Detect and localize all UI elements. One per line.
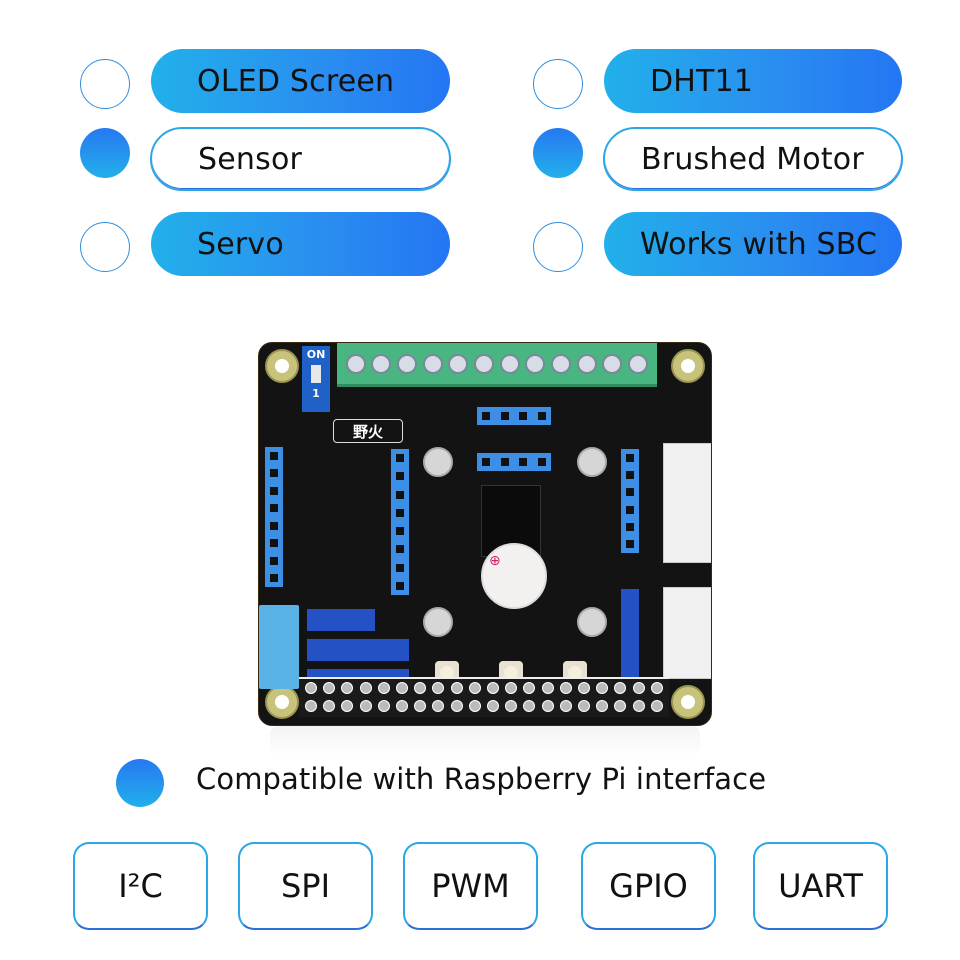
- feature-label: Brushed Motor: [641, 141, 864, 177]
- screw-icon: [551, 353, 572, 374]
- mount-hole: [671, 349, 705, 383]
- radio-brushed-motor[interactable]: [533, 128, 583, 178]
- feature-pill-works-with-sbc[interactable]: Works with SBC: [604, 212, 902, 276]
- feature-pill-sensor[interactable]: Sensor: [150, 127, 451, 191]
- feature-label: Servo: [197, 226, 284, 262]
- screw-icon: [371, 353, 392, 374]
- brand-logo: 野火: [333, 419, 403, 443]
- standoff: [423, 607, 453, 637]
- standoff: [423, 447, 453, 477]
- screw-icon: [345, 353, 366, 374]
- screw-terminal-block: [337, 343, 657, 387]
- interface-label: GPIO: [609, 867, 688, 905]
- dht11-sensor: [259, 605, 299, 689]
- screw-icon: [397, 353, 418, 374]
- mount-hole: [671, 685, 705, 719]
- board-reflection: [270, 726, 700, 756]
- interface-chip-uart[interactable]: UART: [753, 842, 888, 930]
- product-board-image: ON 1 野火: [258, 342, 712, 726]
- interface-chip-spi[interactable]: SPI: [238, 842, 373, 930]
- feature-label: Sensor: [198, 141, 303, 177]
- standoff: [577, 607, 607, 637]
- pin-header-right: [621, 449, 639, 553]
- connector-j1: [663, 443, 711, 563]
- screw-icon: [576, 353, 597, 374]
- pin-header-top: [477, 407, 551, 425]
- screw-icon: [499, 353, 520, 374]
- dip-switch-lever: [311, 365, 321, 383]
- pcb: ON 1 野火: [258, 342, 712, 726]
- interface-label: SPI: [280, 867, 331, 905]
- interface-label: UART: [778, 867, 863, 905]
- screw-icon: [422, 353, 443, 374]
- pin-header-motor: [391, 449, 409, 595]
- feature-label: Works with SBC: [640, 226, 878, 262]
- pin-header-left: [265, 447, 283, 587]
- interface-label: PWM: [431, 867, 510, 905]
- feature-label: DHT11: [650, 63, 754, 99]
- interface-chip-i2c[interactable]: I²C: [73, 842, 208, 930]
- mount-hole: [265, 349, 299, 383]
- standoff: [577, 447, 607, 477]
- radio-sensor[interactable]: [80, 128, 130, 178]
- feature-pill-brushed-motor[interactable]: Brushed Motor: [603, 127, 903, 191]
- compatibility-text: Compatible with Raspberry Pi interface: [196, 762, 767, 796]
- interface-label: I²C: [118, 867, 163, 905]
- radio-works-with-sbc[interactable]: [533, 222, 583, 272]
- feature-pill-servo[interactable]: Servo: [151, 212, 450, 276]
- screw-icon: [628, 353, 649, 374]
- screw-icon: [525, 353, 546, 374]
- pin-header-i2c: [477, 453, 551, 471]
- feature-pill-dht11[interactable]: DHT11: [604, 49, 902, 113]
- dip-switch: ON 1: [302, 346, 330, 412]
- interface-chip-gpio[interactable]: GPIO: [581, 842, 716, 930]
- screw-icon: [448, 353, 469, 374]
- gpio-40pin-header: [299, 677, 669, 717]
- connector-j18: [663, 587, 711, 679]
- dip-label-on: ON: [306, 348, 326, 361]
- feature-pill-oled-screen[interactable]: OLED Screen: [151, 49, 450, 113]
- screw-icon: [474, 353, 495, 374]
- pin-header-pwm: [307, 639, 409, 661]
- radio-oled-screen[interactable]: [80, 59, 130, 109]
- feature-label: OLED Screen: [197, 63, 395, 99]
- buzzer: [481, 543, 547, 609]
- radio-dht11[interactable]: [533, 59, 583, 109]
- screw-icon: [602, 353, 623, 374]
- bullet-dot-icon: [116, 759, 164, 807]
- interface-chip-pwm[interactable]: PWM: [403, 842, 538, 930]
- radio-servo[interactable]: [80, 222, 130, 272]
- pin-header-dht: [307, 609, 375, 631]
- mount-hole: [265, 685, 299, 719]
- dip-label-1: 1: [312, 387, 320, 400]
